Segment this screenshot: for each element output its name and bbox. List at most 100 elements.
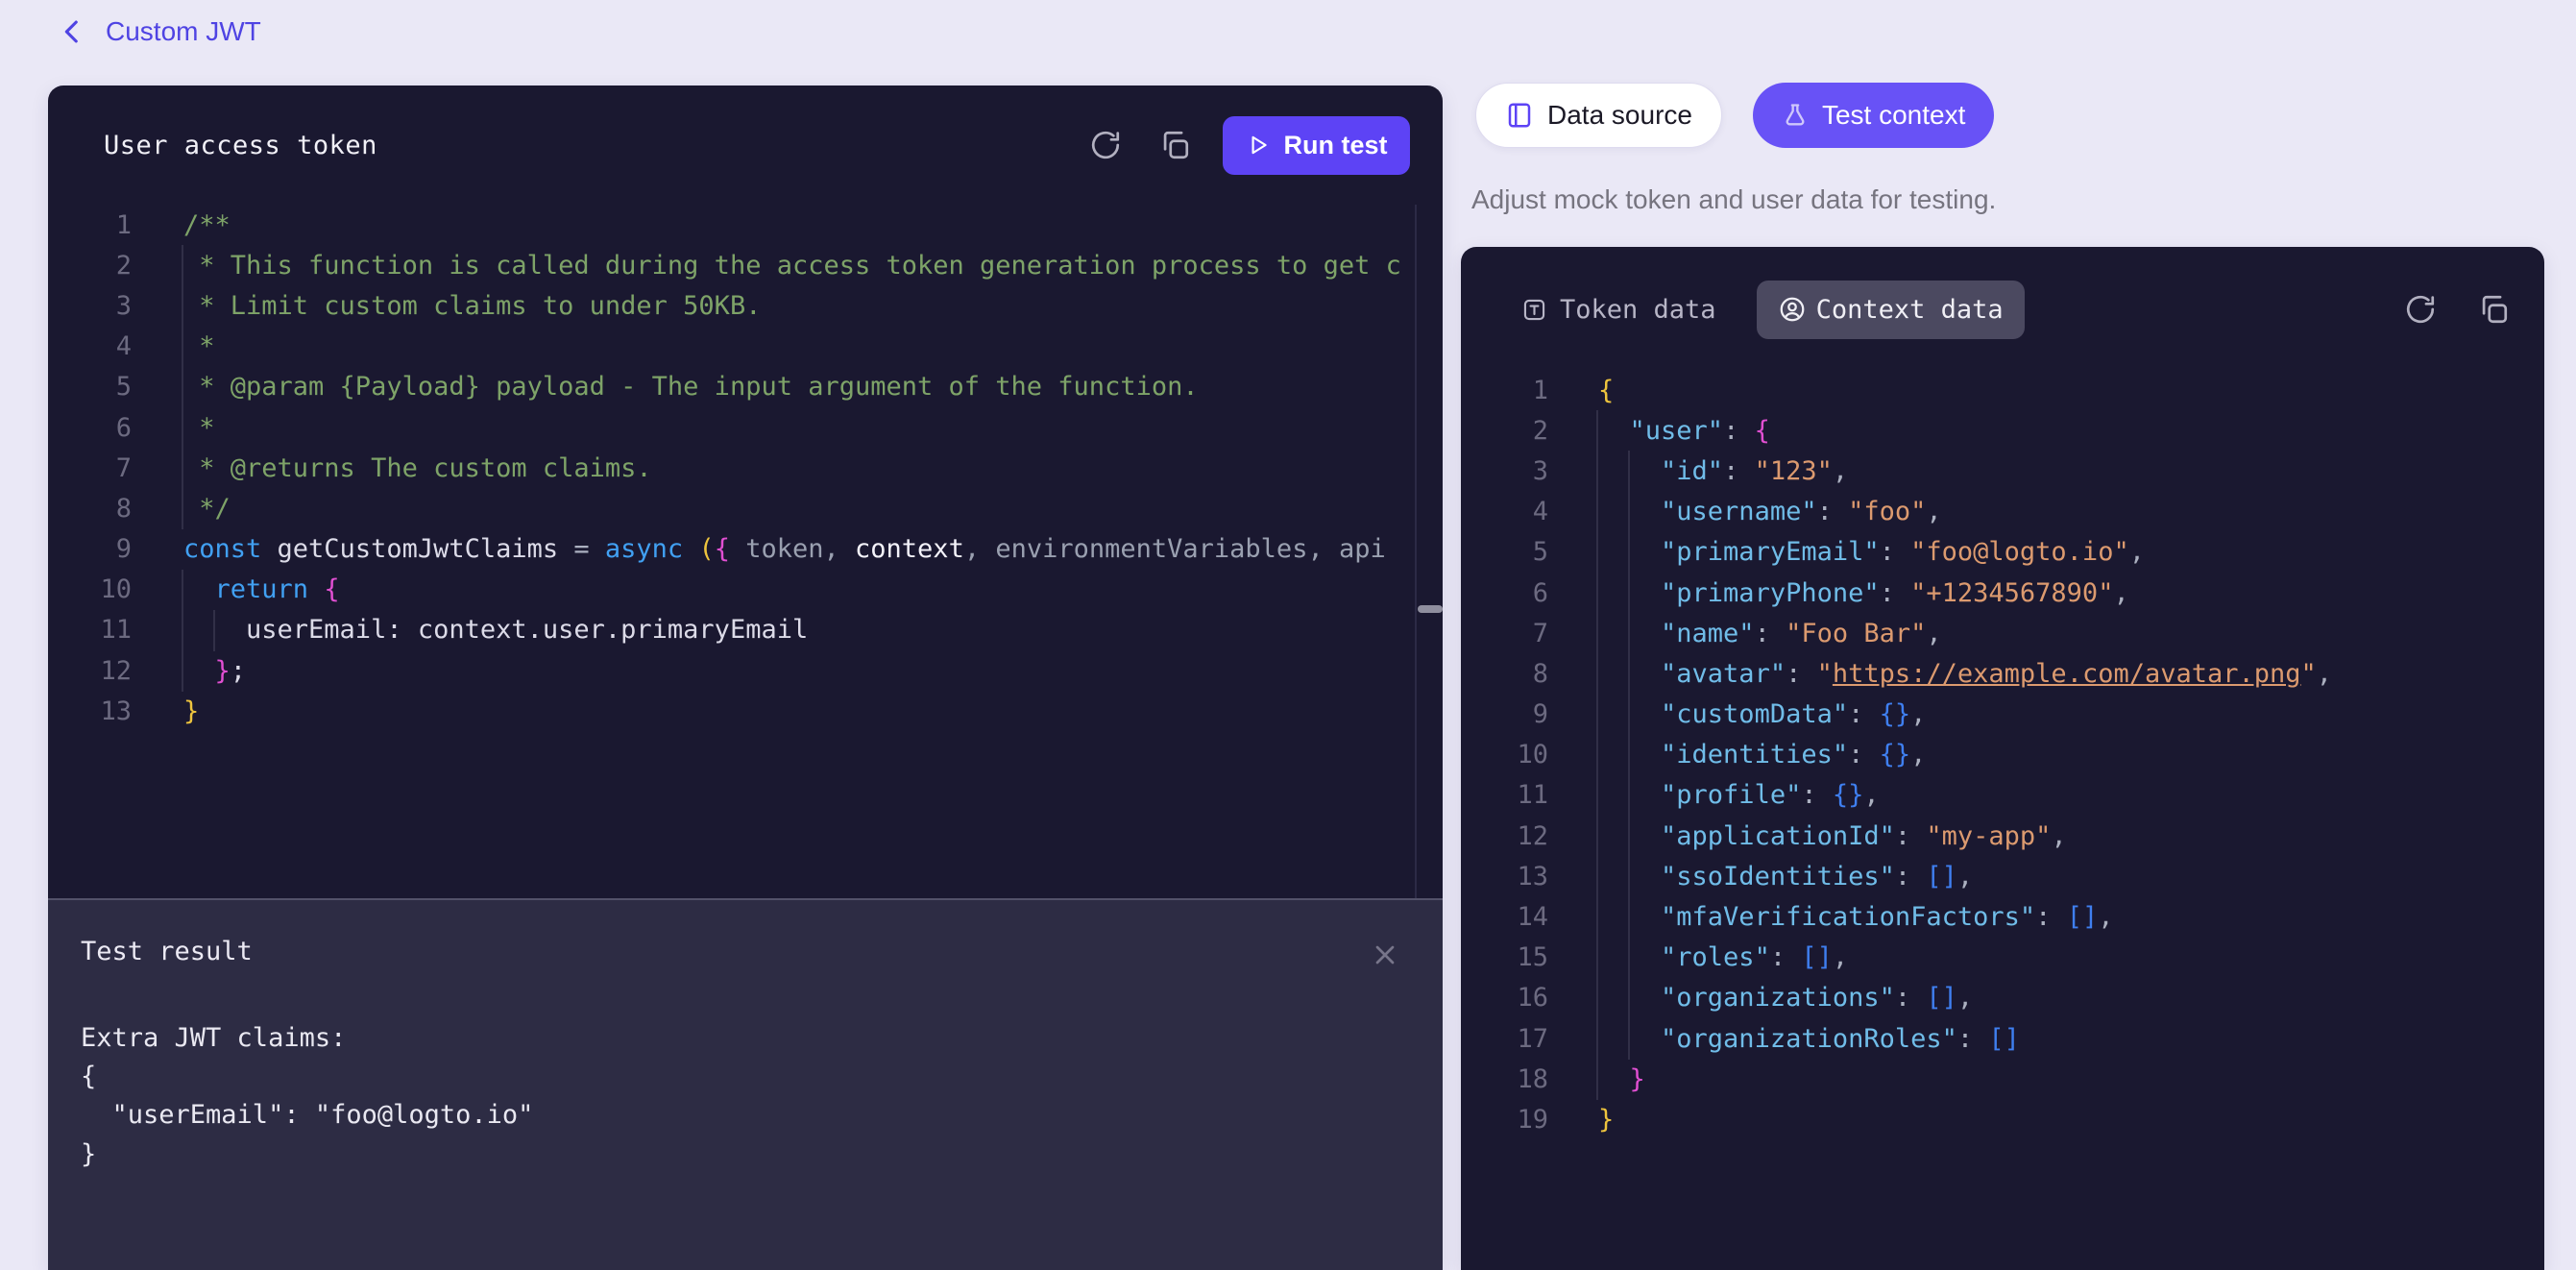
panel-left-icon [1505, 101, 1534, 130]
context-json-editor[interactable]: 1{2 "user": {3 "id": "123",4 "username":… [1461, 370, 2544, 1140]
flask-icon [1782, 102, 1809, 129]
play-icon [1246, 133, 1271, 158]
code-line: 8 "avatar": "https://example.com/avatar.… [1461, 653, 2544, 694]
code-line: 4 "username": "foo", [1461, 492, 2544, 532]
line-number: 1 [1461, 376, 1548, 405]
test-result-panel: Test result Extra JWT claims:{ "userEmai… [48, 898, 1443, 1270]
run-test-button[interactable]: Run test [1223, 116, 1410, 175]
code-line: 7 "name": "Foo Bar", [1461, 613, 2544, 653]
line-number: 2 [48, 251, 132, 281]
line-number: 10 [1461, 740, 1548, 769]
code-line: 9 "customData": {}, [1461, 695, 2544, 735]
code-line: 12 }; [48, 650, 1415, 691]
code-line: 14 "mfaVerificationFactors": [], [1461, 896, 2544, 937]
line-number: 5 [1461, 537, 1548, 567]
tab-token-data[interactable]: Token data [1521, 295, 1716, 325]
description-text: Adjust mock token and user data for test… [1471, 184, 1996, 215]
back-chevron-icon[interactable] [54, 13, 90, 50]
panel-title: User access token [104, 131, 377, 160]
code-line: 2 "user": { [1461, 410, 2544, 451]
code-line: 1{ [1461, 370, 2544, 410]
indent-guide [213, 610, 215, 651]
output-line: } [81, 1135, 533, 1173]
line-number: 12 [1461, 821, 1548, 851]
indent-guide [1596, 410, 1598, 1100]
line-number: 6 [48, 413, 132, 443]
code-line: 6 "primaryPhone": "+1234567890", [1461, 573, 2544, 613]
output-line: { [81, 1057, 533, 1095]
line-number: 8 [48, 494, 132, 524]
test-context-panel: Token data Context data 1{2 "user": {3 "… [1461, 247, 2544, 1270]
output-line: "userEmail": "foo@logto.io" [81, 1096, 533, 1135]
user-access-token-panel: User access token Run test 1/**2 * This … [48, 85, 1443, 1270]
scrollbar-thumb[interactable] [1418, 605, 1443, 613]
tab-data-source-label: Data source [1547, 100, 1692, 131]
code-line: 10 "identities": {}, [1461, 735, 2544, 775]
refresh-icon[interactable] [1086, 126, 1125, 164]
test-result-output: Extra JWT claims:{ "userEmail": "foo@log… [81, 1018, 533, 1173]
line-number: 18 [1461, 1064, 1548, 1094]
code-line: 5 "primaryEmail": "foo@logto.io", [1461, 532, 2544, 573]
code-line: 13 "ssoIdentities": [], [1461, 856, 2544, 896]
code-line: 9const getCustomJwtClaims = async ({ tok… [48, 529, 1415, 570]
tab-data-source[interactable]: Data source [1475, 83, 1722, 148]
line-number: 13 [1461, 862, 1548, 891]
code-line: 4 * [48, 327, 1415, 367]
code-line: 10 return { [48, 570, 1415, 610]
code-line: 7 * @returns The custom claims. [48, 448, 1415, 488]
line-number: 7 [1461, 619, 1548, 648]
indent-guide [1628, 451, 1630, 1060]
code-line: 5 * @param {Payload} payload - The input… [48, 367, 1415, 407]
code-line: 16 "organizations": [], [1461, 978, 2544, 1018]
line-number: 4 [1461, 497, 1548, 526]
token-icon [1521, 297, 1547, 323]
line-number: 7 [48, 453, 132, 483]
line-number: 11 [48, 615, 132, 645]
line-number: 9 [1461, 699, 1548, 729]
line-number: 4 [48, 331, 132, 361]
refresh-icon[interactable] [2401, 290, 2440, 329]
line-number: 11 [1461, 780, 1548, 810]
indent-guide [182, 245, 183, 529]
line-number: 2 [1461, 416, 1548, 446]
code-line: 18 } [1461, 1059, 2544, 1099]
breadcrumb: Custom JWT [54, 13, 261, 50]
code-line: 3 * Limit custom claims to under 50KB. [48, 285, 1415, 326]
tab-context-data-label: Context data [1816, 295, 2004, 325]
context-editor-header: Token data Context data [1461, 247, 2544, 372]
line-number: 8 [1461, 659, 1548, 689]
copy-icon[interactable] [1155, 126, 1194, 164]
back-link-custom-jwt[interactable]: Custom JWT [106, 16, 261, 47]
tab-context-data[interactable]: Context data [1757, 281, 2025, 339]
copy-icon[interactable] [2474, 290, 2513, 329]
line-number: 12 [48, 656, 132, 686]
right-panel-tabs: Data source Test context [1475, 83, 1994, 148]
editor-header: User access token Run test [48, 85, 1443, 205]
line-number: 14 [1461, 902, 1548, 932]
line-number: 6 [1461, 578, 1548, 608]
line-number: 9 [48, 534, 132, 564]
tab-test-context-label: Test context [1822, 100, 1965, 131]
line-number: 16 [1461, 983, 1548, 1013]
code-line: 2 * This function is called during the a… [48, 245, 1415, 285]
code-line: 6 * [48, 407, 1415, 448]
close-icon[interactable] [1367, 937, 1403, 973]
tab-test-context[interactable]: Test context [1753, 83, 1994, 148]
scrollbar-track [1415, 205, 1417, 898]
code-line: 11 "profile": {}, [1461, 775, 2544, 816]
tab-token-data-label: Token data [1560, 295, 1716, 325]
line-number: 19 [1461, 1105, 1548, 1135]
line-number: 13 [48, 696, 132, 726]
code-line: 17 "organizationRoles": [] [1461, 1018, 2544, 1059]
code-line: 8 */ [48, 488, 1415, 528]
line-number: 3 [1461, 456, 1548, 486]
test-result-title: Test result [81, 937, 253, 966]
indent-guide [182, 570, 183, 692]
line-number: 15 [1461, 942, 1548, 972]
line-number: 3 [48, 291, 132, 321]
code-editor[interactable]: 1/**2 * This function is called during t… [48, 205, 1415, 731]
code-line: 3 "id": "123", [1461, 451, 2544, 491]
code-line: 11 userEmail: context.user.primaryEmail [48, 610, 1415, 650]
code-line: 12 "applicationId": "my-app", [1461, 816, 2544, 856]
code-line: 19} [1461, 1099, 2544, 1139]
